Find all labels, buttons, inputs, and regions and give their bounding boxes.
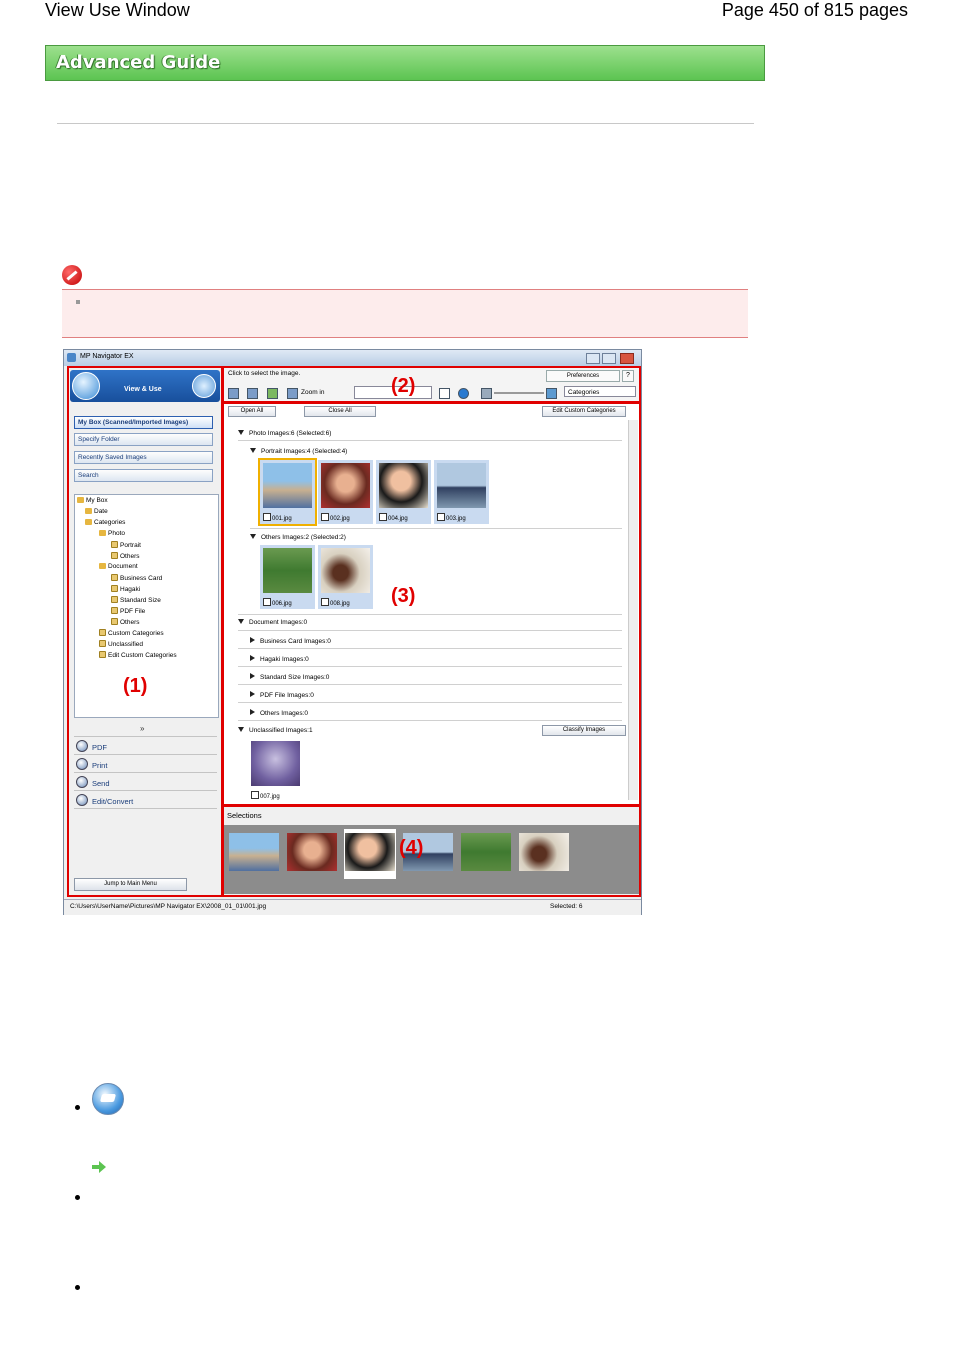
window-title: MP Navigator EX xyxy=(80,353,134,360)
bullet xyxy=(75,1285,80,1290)
note-bullet xyxy=(76,300,80,304)
close-button[interactable] xyxy=(620,353,634,364)
arrow-right-icon[interactable] xyxy=(92,1161,106,1173)
status-bar: C:\Users\UserName\Pictures\MP Navigator … xyxy=(64,899,641,915)
region-3-highlight xyxy=(222,402,641,806)
maximize-button[interactable] xyxy=(602,353,616,364)
page-header-right: Page 450 of 815 pages xyxy=(721,0,908,20)
bullet xyxy=(75,1105,80,1110)
advanced-guide-banner: Advanced Guide xyxy=(45,45,765,81)
menu-button-icon xyxy=(92,1083,124,1115)
page-header-left: View Use Window xyxy=(45,0,190,20)
app-icon xyxy=(67,353,76,362)
banner-title: Advanced Guide xyxy=(56,52,221,73)
region-1-label: (1) xyxy=(123,675,148,697)
region-1-highlight xyxy=(67,366,223,897)
important-note-box xyxy=(62,289,748,338)
minimize-button[interactable] xyxy=(586,353,600,364)
region-3-label: (3) xyxy=(391,585,416,607)
region-4-label: (4) xyxy=(399,837,424,859)
important-icon xyxy=(62,265,82,285)
status-path: C:\Users\UserName\Pictures\MP Navigator … xyxy=(70,903,267,910)
bullet xyxy=(75,1195,80,1200)
window-titlebar: MP Navigator EX xyxy=(64,350,641,366)
divider xyxy=(57,123,754,124)
mp-navigator-window: MP Navigator EX View & Use My Box (Scann… xyxy=(63,349,642,915)
region-4-highlight xyxy=(222,805,641,897)
region-2-label: (2) xyxy=(391,375,416,397)
status-selected: Selected: 6 xyxy=(550,903,583,910)
region-2-highlight xyxy=(222,366,641,403)
